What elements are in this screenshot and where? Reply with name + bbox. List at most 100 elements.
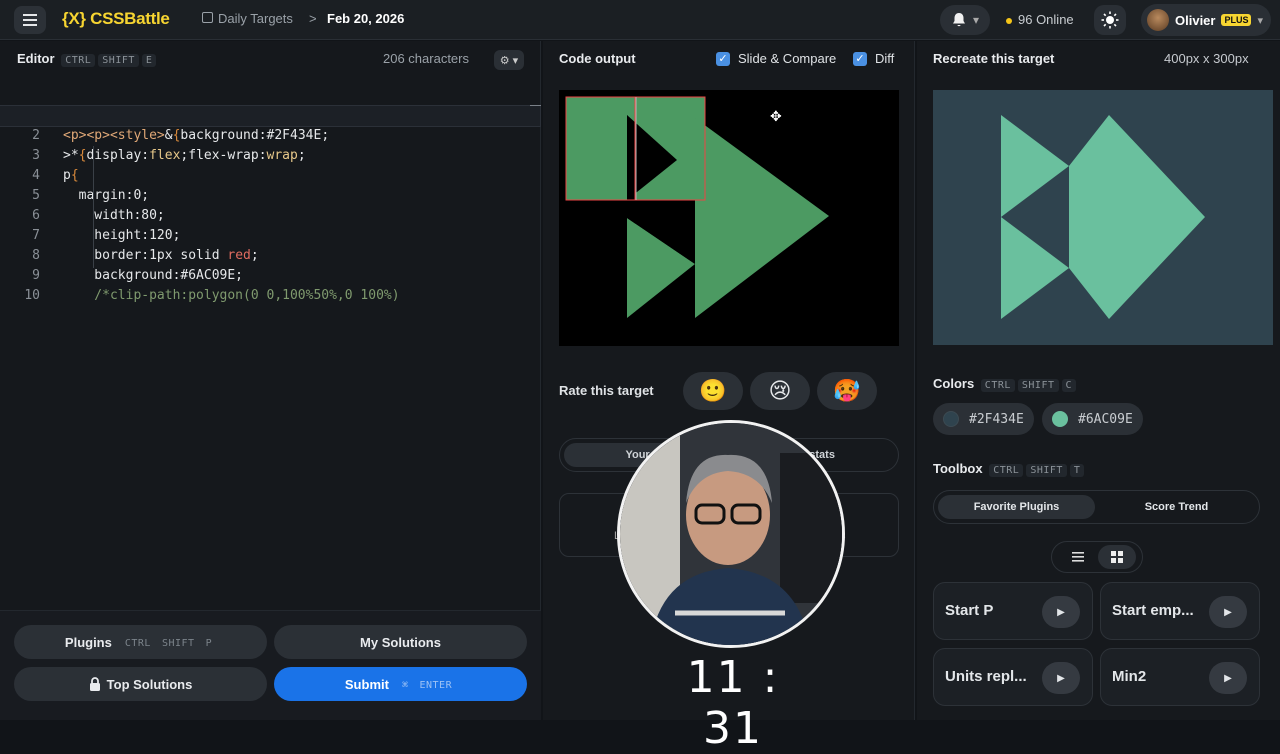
- kbd-ctrl: CTRL: [989, 464, 1024, 477]
- code-line: 9 /*clip-path:polygon(0 0,100%50%,0 100%…: [0, 246, 541, 303]
- play-icon: ▶: [1057, 672, 1065, 684]
- my-solutions-button[interactable]: My Solutions: [274, 625, 527, 659]
- plugin-card[interactable]: Start P ▶: [933, 582, 1093, 640]
- tab-favorite-plugins[interactable]: Favorite Plugins: [938, 495, 1095, 519]
- grid-view-button[interactable]: [1097, 545, 1136, 569]
- target-triangle-top-connect: [1069, 115, 1109, 166]
- code-line: 7 border:1px solid red;: [0, 206, 541, 263]
- target-triangle-right: [1109, 115, 1205, 319]
- color-hex: #2F434E: [969, 411, 1024, 427]
- editor-panel: Editor CTRLSHIFTE 206 characters ⚙ ▾ 1 <…: [0, 41, 541, 720]
- cssbattle-logo[interactable]: {X} CSSBattle: [62, 9, 170, 29]
- editor-settings-button[interactable]: ⚙ ▾: [494, 50, 524, 70]
- toolbox-tabs: Favorite Plugins Score Trend: [933, 490, 1260, 524]
- submit-label: Submit: [344, 676, 389, 692]
- rate-hot-button[interactable]: 🥵: [817, 372, 877, 410]
- theme-toggle-button[interactable]: [1094, 5, 1126, 35]
- plugin-card[interactable]: Min2 ▶: [1100, 648, 1260, 706]
- diff-checkbox[interactable]: ✓ Diff: [853, 51, 894, 66]
- color-dot: [1052, 411, 1068, 427]
- breadcrumb-current-date: Feb 20, 2026: [327, 11, 405, 26]
- user-menu-button[interactable]: Olivier PLUS ▾: [1141, 4, 1271, 36]
- editor-title-text: Editor: [17, 51, 55, 66]
- webcam-person-image: [620, 423, 842, 645]
- plugin-name: Start emp...: [1112, 602, 1194, 619]
- lock-icon: [89, 677, 100, 691]
- play-button[interactable]: ▶: [1209, 596, 1247, 628]
- hot-emoji-icon: 🥵: [833, 378, 861, 403]
- plugins-button[interactable]: Plugins CTRL SHIFT P: [14, 625, 267, 659]
- target-middle-block: [1069, 166, 1109, 268]
- plus-badge: PLUS: [1221, 14, 1252, 26]
- my-solutions-label: My Solutions: [360, 634, 441, 650]
- code-line: 5 width:80;: [0, 166, 541, 223]
- calendar-icon: [202, 12, 213, 23]
- color-swatch-fg[interactable]: #6AC09E: [1042, 403, 1143, 435]
- username: Olivier: [1175, 12, 1216, 28]
- code-output-title: Code output: [559, 51, 636, 66]
- code-line: 3 p{: [0, 126, 541, 183]
- kbd-shift: SHIFT: [1017, 379, 1059, 392]
- play-icon: ▶: [1057, 606, 1065, 618]
- play-button[interactable]: ▶: [1042, 596, 1080, 628]
- kbd-ctrl: CTRL: [61, 54, 96, 67]
- colors-heading-text: Colors: [933, 376, 975, 391]
- tab-favorite-plugins-label: Favorite Plugins: [973, 501, 1060, 513]
- breadcrumb-separator: >: [309, 11, 317, 26]
- kbd-p: P: [205, 638, 213, 649]
- play-icon: ▶: [1224, 672, 1232, 684]
- online-label: 96 Online: [1018, 12, 1074, 27]
- webcam-overlay: [617, 420, 845, 648]
- bell-icon: [952, 13, 965, 27]
- hamburger-menu-button[interactable]: [14, 6, 46, 34]
- notifications-button[interactable]: ▾: [940, 5, 990, 35]
- code-output-canvas[interactable]: ✥: [559, 90, 899, 346]
- kbd-c: C: [1061, 379, 1077, 392]
- timer: 11 : 31: [686, 652, 780, 754]
- top-solutions-button[interactable]: Top Solutions: [14, 667, 267, 701]
- checkmark-icon: ✓: [716, 51, 730, 66]
- rate-sad-button[interactable]: 😢: [750, 372, 810, 410]
- indent-guide: [93, 146, 94, 268]
- target-image[interactable]: [933, 90, 1273, 345]
- kbd-t: T: [1069, 464, 1085, 477]
- slide-compare-checkbox[interactable]: ✓ Slide & Compare: [716, 51, 836, 66]
- code-line: 1 <p><p><style>&{background:#2F434E;: [0, 86, 541, 143]
- gear-icon: ⚙ ▾: [499, 54, 519, 67]
- submit-button[interactable]: Submit ⌘ ENTER: [274, 667, 527, 701]
- plugin-card[interactable]: Start emp... ▶: [1100, 582, 1260, 640]
- target-render: [1001, 115, 1205, 319]
- color-swatch-bg[interactable]: #2F434E: [933, 403, 1034, 435]
- top-bar: {X} CSSBattle Daily Targets > Feb 20, 20…: [0, 0, 1280, 40]
- target-triangle-bottom: [1001, 217, 1069, 319]
- target-triangle-top: [1001, 115, 1069, 217]
- rate-happy-button[interactable]: 🙂: [683, 372, 743, 410]
- plugin-name: Units repl...: [945, 668, 1027, 685]
- kbd-e: E: [141, 54, 157, 67]
- top-solutions-label: Top Solutions: [106, 676, 193, 692]
- code-line: 10: [0, 266, 541, 303]
- tab-score-trend[interactable]: Score Trend: [1098, 495, 1255, 519]
- sun-icon: [1101, 11, 1119, 29]
- view-toggle: [1051, 541, 1143, 573]
- color-hex: #6AC09E: [1078, 411, 1133, 427]
- code-line: 4 margin:0;: [0, 146, 541, 203]
- kbd-shift: SHIFT: [161, 638, 195, 649]
- kbd-cmd: ⌘: [401, 680, 409, 691]
- output-render: [565, 96, 829, 318]
- play-button[interactable]: ▶: [1042, 662, 1080, 694]
- list-view-button[interactable]: [1059, 545, 1097, 569]
- diff-label: Diff: [875, 51, 895, 66]
- editor-scrollbar[interactable]: [530, 105, 541, 106]
- kbd-enter: ENTER: [419, 680, 453, 691]
- grid-icon: [1110, 551, 1123, 563]
- play-button[interactable]: ▶: [1209, 662, 1247, 694]
- hamburger-icon: [23, 14, 37, 26]
- code-line-active: 2 >*{display:flex;flex-wrap:wrap;: [0, 105, 541, 163]
- plugin-card[interactable]: Units repl... ▶: [933, 648, 1093, 706]
- target-title: Recreate this target: [933, 51, 1055, 66]
- breadcrumb-daily-targets[interactable]: Daily Targets: [218, 11, 293, 26]
- kbd-ctrl: CTRL: [980, 379, 1015, 392]
- colors-heading: Colors CTRL SHIFT C: [933, 376, 1077, 392]
- plugins-label: Plugins: [64, 634, 112, 650]
